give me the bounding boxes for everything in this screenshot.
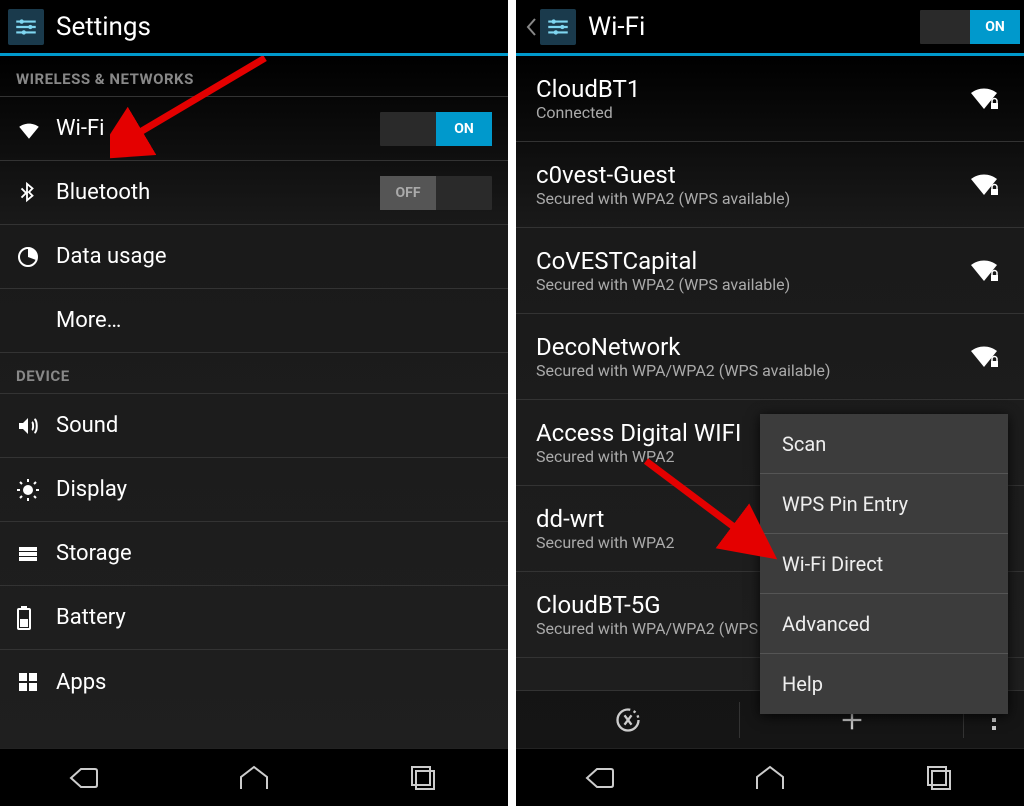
nav-bar: [516, 748, 1024, 806]
page-title: Settings: [56, 12, 504, 42]
menu-item-help[interactable]: Help: [760, 654, 1008, 714]
settings-content: WIRELESS & NETWORKS Wi-Fi ON Bluetooth O…: [0, 56, 508, 748]
right-phone-wifi: Wi-Fi ON CloudBT1 Connected c0vest-Guest…: [516, 0, 1024, 806]
sound-label: Sound: [56, 413, 492, 438]
wifi-signal-icon: [964, 345, 1004, 369]
wifi-network-row[interactable]: DecoNetwork Secured with WPA/WPA2 (WPS a…: [516, 314, 1024, 400]
settings-item-display[interactable]: Display: [0, 458, 508, 522]
wifi-network-name: CloudBT1: [536, 75, 964, 103]
settings-item-storage[interactable]: Storage: [0, 522, 508, 586]
settings-item-bluetooth[interactable]: Bluetooth OFF: [0, 161, 508, 225]
wps-button[interactable]: [516, 706, 739, 734]
wifi-network-row[interactable]: CoVESTCapital Secured with WPA2 (WPS ava…: [516, 228, 1024, 314]
sound-icon: [16, 414, 56, 438]
back-button[interactable]: [55, 763, 115, 793]
wifi-signal-icon: [964, 259, 1004, 283]
menu-item-wifi-direct[interactable]: Wi-Fi Direct: [760, 534, 1008, 594]
bluetooth-label: Bluetooth: [56, 180, 380, 205]
left-phone-settings: Settings WIRELESS & NETWORKS Wi-Fi ON Bl…: [0, 0, 508, 806]
more-label: More…: [56, 308, 492, 333]
settings-icon: [8, 9, 44, 45]
nav-bar: [0, 748, 508, 806]
back-caret-icon[interactable]: [524, 17, 538, 37]
display-label: Display: [56, 477, 492, 502]
section-header-device: DEVICE: [0, 353, 508, 394]
section-header-wireless: WIRELESS & NETWORKS: [0, 56, 508, 97]
wifi-network-status: Secured with WPA/WPA2 (WPS available): [536, 361, 964, 380]
menu-item-wps-pin[interactable]: WPS Pin Entry: [760, 474, 1008, 534]
wifi-network-status: Secured with WPA2 (WPS available): [536, 189, 964, 208]
data-usage-label: Data usage: [56, 244, 492, 269]
settings-item-data-usage[interactable]: Data usage: [0, 225, 508, 289]
settings-item-sound[interactable]: Sound: [0, 394, 508, 458]
wifi-network-name: CoVESTCapital: [536, 247, 964, 275]
battery-label: Battery: [56, 605, 492, 630]
bluetooth-icon: [16, 180, 56, 206]
settings-item-battery[interactable]: Battery: [0, 586, 508, 650]
data-usage-icon: [16, 245, 56, 269]
menu-item-advanced[interactable]: Advanced: [760, 594, 1008, 654]
wifi-header: Wi-Fi ON: [516, 0, 1024, 56]
wifi-toggle[interactable]: ON: [380, 112, 492, 146]
page-title: Wi-Fi: [588, 12, 920, 42]
settings-item-apps[interactable]: Apps: [0, 650, 508, 714]
apps-label: Apps: [56, 670, 492, 695]
wifi-signal-icon: [964, 87, 1004, 111]
bluetooth-toggle[interactable]: OFF: [380, 176, 492, 210]
storage-icon: [16, 542, 56, 566]
wifi-icon: [16, 116, 56, 142]
settings-icon[interactable]: [540, 9, 576, 45]
wifi-network-status: Secured with WPA2 (WPS available): [536, 275, 964, 294]
storage-label: Storage: [56, 541, 492, 566]
display-icon: [16, 478, 56, 502]
home-button[interactable]: [224, 763, 284, 793]
wifi-network-row[interactable]: c0vest-Guest Secured with WPA2 (WPS avai…: [516, 142, 1024, 228]
settings-header: Settings: [0, 0, 508, 56]
recents-button[interactable]: [909, 763, 969, 793]
wifi-network-name: c0vest-Guest: [536, 161, 964, 189]
wifi-network-name: DecoNetwork: [536, 333, 964, 361]
wifi-label: Wi-Fi: [56, 116, 380, 141]
battery-icon: [16, 605, 56, 631]
back-button[interactable]: [571, 763, 631, 793]
wifi-content: CloudBT1 Connected c0vest-Guest Secured …: [516, 56, 1024, 748]
wifi-overflow-menu: Scan WPS Pin Entry Wi-Fi Direct Advanced…: [760, 414, 1008, 714]
recents-button[interactable]: [393, 763, 453, 793]
settings-item-more[interactable]: More…: [0, 289, 508, 353]
home-button[interactable]: [740, 763, 800, 793]
settings-item-wifi[interactable]: Wi-Fi ON: [0, 97, 508, 161]
wifi-network-status: Connected: [536, 103, 964, 122]
wifi-signal-icon: [964, 173, 1004, 197]
wifi-master-toggle[interactable]: ON: [920, 10, 1020, 44]
apps-icon: [16, 670, 56, 694]
menu-item-scan[interactable]: Scan: [760, 414, 1008, 474]
wifi-network-row[interactable]: CloudBT1 Connected: [516, 56, 1024, 142]
